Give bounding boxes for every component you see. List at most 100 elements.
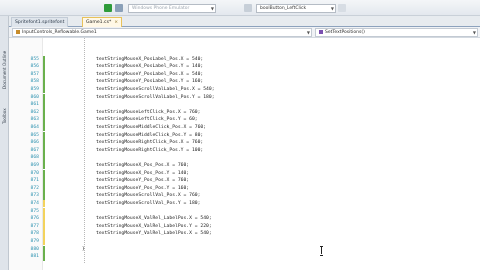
emulator-icon[interactable] (115, 4, 123, 12)
change-marker (43, 70, 45, 79)
find-icon[interactable] (244, 4, 252, 12)
chevron-down-icon: ▼ (210, 6, 214, 11)
line-number: 870 (30, 170, 39, 176)
change-marker (43, 154, 45, 162)
code-line[interactable]: 863 textStringMouseLeftClick_Pos.Y = 60; (9, 116, 480, 124)
chevron-down-icon: ▼ (472, 30, 476, 35)
code-line[interactable]: 859 textStringMouseScrollValLabel_Pos.X =… (9, 85, 480, 94)
change-marker (43, 222, 45, 231)
line-number: 874 (30, 200, 39, 206)
code-line[interactable]: 856 textStringMouseX_PosLabel_Pos.Y = 140… (9, 63, 480, 71)
change-marker (43, 93, 45, 102)
line-number: 878 (30, 231, 39, 237)
code-text: textStringMouseLeftClick_Pos.X = 760; (96, 109, 201, 115)
code-line[interactable]: 879 (9, 237, 480, 246)
sidebar-item-document-outline[interactable]: Document Outline (1, 42, 8, 98)
line-number: 868 (30, 155, 39, 161)
find-combo-value: boolButton_LeftClick (260, 6, 307, 11)
code-line[interactable]: 878 textStringMouseY_ValRel_LabelPos.X = … (9, 230, 480, 238)
code-text: textStringMouseY_PosLabel_Pos.Y = 160; (96, 79, 204, 85)
code-line[interactable]: 864 textStringMouseMiddleClick_Pos.X = 76… (9, 123, 480, 132)
code-text: textStringMouseX_PosLabel_Pos.Y = 140; (96, 64, 204, 70)
search-icon[interactable] (338, 4, 346, 12)
code-line[interactable]: 866 textStringMouseRightClick_Pos.X = 760… (9, 139, 480, 147)
code-editor[interactable]: 855 textStringMouseX_PosLabel_Pos.X = 540… (9, 38, 480, 270)
code-line[interactable]: 874 textStringMouseScrollVal_Pos.Y = 180; (9, 199, 480, 208)
code-text: textStringMouseX_Pos_Pos.Y = 140; (96, 170, 190, 176)
change-marker (43, 230, 45, 238)
tab-label: Game1.cs* (86, 20, 112, 25)
change-marker (43, 177, 45, 185)
code-text: textStringMouseX_PosLabel_Pos.X = 540; (96, 56, 204, 62)
document-tabstrip: Spritefont1.spritefont Game1.cs* × (9, 16, 480, 27)
code-line[interactable]: 870 textStringMouseX_Pos_Pos.Y = 140; (9, 169, 480, 178)
line-number: 880 (30, 246, 39, 252)
tab-spritefont[interactable]: Spritefont1.spritefont (11, 17, 69, 27)
play-icon[interactable] (104, 4, 112, 12)
code-line[interactable]: 857 textStringMouseY_PosLabel_Pos.X = 540… (9, 70, 480, 79)
code-line[interactable]: 875 (9, 207, 480, 216)
line-number: 881 (30, 254, 39, 260)
code-text: textStringMouseY_PosLabel_Pos.X = 540; (96, 71, 204, 77)
line-number: 861 (30, 102, 39, 108)
code-line[interactable]: 877 textStringMouseX_ValRel_LabelPos.Y = … (9, 222, 480, 231)
line-number: 866 (30, 140, 39, 146)
type-selector-value: InputControls_Reflowable.Game1 (22, 30, 97, 35)
code-line[interactable]: 867 textStringMouseRightClick_Pos.Y = 100… (9, 146, 480, 155)
member-selector[interactable]: SetTextPositions() ▼ (315, 28, 478, 37)
change-marker (43, 63, 45, 71)
change-marker (43, 55, 45, 64)
code-text: textStringMouseLeftClick_Pos.Y = 60; (96, 117, 198, 123)
line-number: 871 (30, 178, 39, 184)
code-text: textStringMouseMiddleClick_Pos.Y = 80; (96, 132, 204, 138)
device-target-combo[interactable]: Windows Phone Emulator ▼ (128, 4, 216, 13)
line-number: 863 (30, 117, 39, 123)
code-text: textStringMouseScrollValLabel_Pos.X = 54… (96, 86, 215, 92)
code-line[interactable]: 861 (9, 101, 480, 109)
line-number: 877 (30, 223, 39, 229)
change-marker (43, 123, 45, 132)
code-line[interactable]: 855 textStringMouseX_PosLabel_Pos.X = 540… (9, 55, 480, 64)
code-text: textStringMouseX_ValRel_LabelPos.X = 540… (96, 216, 212, 222)
code-line[interactable]: 880} (9, 245, 480, 254)
line-number: 879 (30, 238, 39, 244)
line-number: 856 (30, 64, 39, 70)
tab-game1[interactable]: Game1.cs* × (82, 17, 123, 27)
chevron-down-icon: ▼ (330, 6, 334, 11)
code-line[interactable]: 873 textStringMouseScrollVal_Pos.X = 760; (9, 192, 480, 200)
device-target-value: Windows Phone Emulator (132, 6, 190, 11)
change-marker (43, 215, 45, 223)
tab-label: Spritefont1.spritefont (15, 20, 65, 25)
code-line[interactable]: 881 (9, 253, 480, 261)
type-selector[interactable]: InputControls_Reflowable.Game1 ▼ (12, 28, 312, 37)
code-line[interactable]: 871 textStringMouseY_Pos_Pos.X = 760; (9, 177, 480, 185)
change-marker (43, 184, 45, 193)
change-marker (43, 139, 45, 147)
navigation-bar: InputControls_Reflowable.Game1 ▼ SetText… (9, 27, 480, 38)
change-marker (43, 116, 45, 124)
change-marker (43, 108, 45, 117)
find-combo[interactable]: boolButton_LeftClick ▼ (256, 4, 336, 13)
code-text: textStringMouseX_Pos_Pos.X = 760; (96, 162, 190, 168)
code-line[interactable]: 872 textStringMouseY_Pos_Pos.Y = 160; (9, 184, 480, 193)
code-line[interactable]: 860 textStringMouseScrollValLabel_Pos.Y =… (9, 93, 480, 102)
code-line[interactable]: 865 textStringMouseMiddleClick_Pos.Y = 80… (9, 131, 480, 140)
method-icon (319, 29, 323, 34)
code-text: textStringMouseRightClick_Pos.Y = 100; (96, 147, 204, 153)
code-line[interactable]: 869 textStringMouseX_Pos_Pos.X = 760; (9, 161, 480, 170)
line-number: 876 (30, 216, 39, 222)
member-selector-value: SetTextPositions() (325, 30, 365, 35)
sidebar-item-toolbox[interactable]: Toolbox (1, 102, 8, 130)
code-line[interactable]: 868 (9, 154, 480, 162)
code-line[interactable]: 876 textStringMouseX_ValRel_LabelPos.X = … (9, 215, 480, 223)
close-icon[interactable]: × (114, 20, 118, 25)
line-number: 860 (30, 94, 39, 100)
change-marker (43, 207, 45, 216)
line-number: 875 (30, 208, 39, 214)
code-line[interactable]: 862 textStringMouseLeftClick_Pos.X = 760; (9, 108, 480, 117)
code-text: textStringMouseY_Pos_Pos.Y = 160; (96, 185, 190, 191)
sidebar-item-label: Toolbox (2, 108, 7, 124)
line-number: 867 (30, 147, 39, 153)
change-marker (43, 101, 45, 109)
code-line[interactable]: 858 textStringMouseY_PosLabel_Pos.Y = 160… (9, 78, 480, 86)
